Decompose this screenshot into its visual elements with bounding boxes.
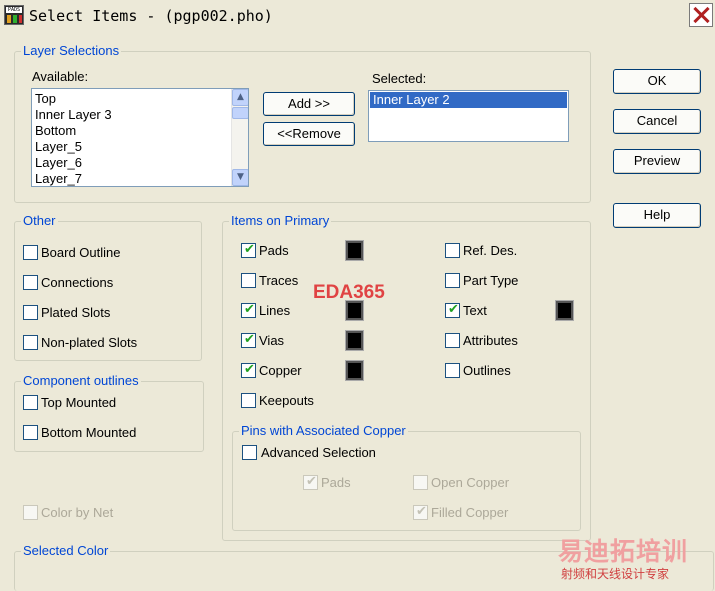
layer-selections-title: Layer Selections [21,43,122,58]
items-on-primary-title: Items on Primary [229,213,332,228]
bottom-mounted-checkbox[interactable] [23,425,38,440]
list-item[interactable]: Bottom [32,123,248,139]
check-icon: ✔ [244,332,255,347]
window-title: Select Items - (pgp002.pho) [29,7,273,25]
list-item[interactable]: Top [32,91,248,107]
primary-vias-label: Vias [259,333,285,348]
close-button[interactable] [689,3,713,27]
app-icon: PADS [4,5,24,25]
color-by-net-checkbox[interactable] [23,505,38,520]
primary-vias-color-swatch[interactable] [346,331,363,350]
scroll-thumb[interactable] [232,107,248,119]
selected-color-title: Selected Color [21,543,111,558]
primary-pads-label: Pads [259,243,289,258]
primary-part-type-checkbox[interactable] [445,273,460,288]
list-item[interactable]: Inner Layer 2 [370,92,567,108]
primary-ref-des--checkbox[interactable] [445,243,460,258]
primary-lines-checkbox[interactable]: ✔ [241,302,256,318]
ok-button-label: OK [647,73,667,88]
primary-part-type-label: Part Type [463,273,519,288]
primary-ref-des--label: Ref. Des. [463,243,518,258]
brand-subtitle: 射频和天线设计专家 [561,567,670,581]
add-button[interactable]: Add >> [263,92,355,116]
primary-pads-color-swatch[interactable] [346,241,363,260]
help-button[interactable]: Help [613,203,701,228]
color-by-net-label: Color by Net [41,505,114,520]
primary-text-checkbox[interactable]: ✔ [445,302,460,318]
selected-list[interactable]: Inner Layer 2 [368,90,569,142]
list-item[interactable]: Layer_7 [32,171,248,186]
advanced-selection-checkbox[interactable] [242,445,257,460]
pins-pads-checkbox[interactable]: ✔ [303,474,318,490]
help-button-label: Help [643,207,671,222]
check-icon: ✔ [306,474,317,489]
check-icon: ✔ [416,504,427,519]
filled-copper-label: Filled Copper [431,505,509,520]
primary-copper-checkbox[interactable]: ✔ [241,362,256,378]
ok-button[interactable]: OK [613,69,701,94]
primary-outlines-label: Outlines [463,363,511,378]
primary-lines-label: Lines [259,303,291,318]
check-icon: ✔ [244,242,255,257]
list-item[interactable]: Layer_6 [32,155,248,171]
primary-copper-label: Copper [259,363,302,378]
primary-copper-color-swatch[interactable] [346,361,363,380]
board-outline-label: Board Outline [41,245,121,260]
open-copper-checkbox[interactable] [413,475,428,490]
top-mounted-checkbox[interactable] [23,395,38,410]
remove-button-label: <<Remove [277,126,341,141]
cancel-button[interactable]: Cancel [613,109,701,134]
primary-keepouts-checkbox[interactable] [241,393,256,408]
available-label: Available: [32,69,89,84]
title-bar: PADS Select Items - (pgp002.pho) [0,0,715,33]
board-outline-checkbox[interactable] [23,245,38,260]
selected-label: Selected: [372,71,427,86]
primary-traces-checkbox[interactable] [241,273,256,288]
brand-logo: 易迪拓培训 [558,537,689,566]
remove-button[interactable]: <<Remove [263,122,355,146]
open-copper-label: Open Copper [431,475,510,490]
preview-button-label: Preview [633,153,681,168]
primary-text-color-swatch[interactable] [556,301,573,320]
top-mounted-label: Top Mounted [41,395,117,410]
primary-traces-label: Traces [259,273,299,288]
check-icon: ✔ [448,302,459,317]
connections-label: Connections [41,275,114,290]
component-outlines-group: Component outlines [14,373,204,452]
check-icon: ✔ [244,362,255,377]
connections-checkbox[interactable] [23,275,38,290]
list-item[interactable]: Layer_5 [32,139,248,155]
add-button-label: Add >> [288,96,330,111]
non-plated-slots-label: Non-plated Slots [41,335,138,350]
pins-pads-label: Pads [321,475,351,490]
filled-copper-checkbox[interactable]: ✔ [413,504,428,520]
primary-vias-checkbox[interactable]: ✔ [241,332,256,348]
primary-keepouts-label: Keepouts [259,393,314,408]
check-icon: ✔ [244,302,255,317]
preview-button[interactable]: Preview [613,149,701,174]
primary-outlines-checkbox[interactable] [445,363,460,378]
primary-attributes-label: Attributes [463,333,518,348]
primary-pads-checkbox[interactable]: ✔ [241,242,256,258]
available-list[interactable]: Top Inner Layer 3 Bottom Layer_5 Layer_6 Laye… [31,88,249,187]
plated-slots-checkbox[interactable] [23,305,38,320]
list-item[interactable]: Inner Layer 3 [32,107,248,123]
pins-copper-title: Pins with Associated Copper [239,423,408,438]
primary-attributes-checkbox[interactable] [445,333,460,348]
other-title: Other [21,213,58,228]
scroll-down-icon[interactable]: ▼ [232,169,248,186]
primary-text-label: Text [463,303,487,318]
advanced-selection-label: Advanced Selection [261,445,376,460]
scroll-up-icon[interactable]: ▲ [232,89,248,106]
bottom-mounted-label: Bottom Mounted [41,425,137,440]
watermark: EDA365 [313,282,385,303]
non-plated-slots-checkbox[interactable] [23,335,38,350]
cancel-button-label: Cancel [636,113,678,128]
available-scrollbar[interactable]: ▲ ▼ [231,89,248,186]
plated-slots-label: Plated Slots [41,305,111,320]
component-outlines-title: Component outlines [21,373,141,388]
